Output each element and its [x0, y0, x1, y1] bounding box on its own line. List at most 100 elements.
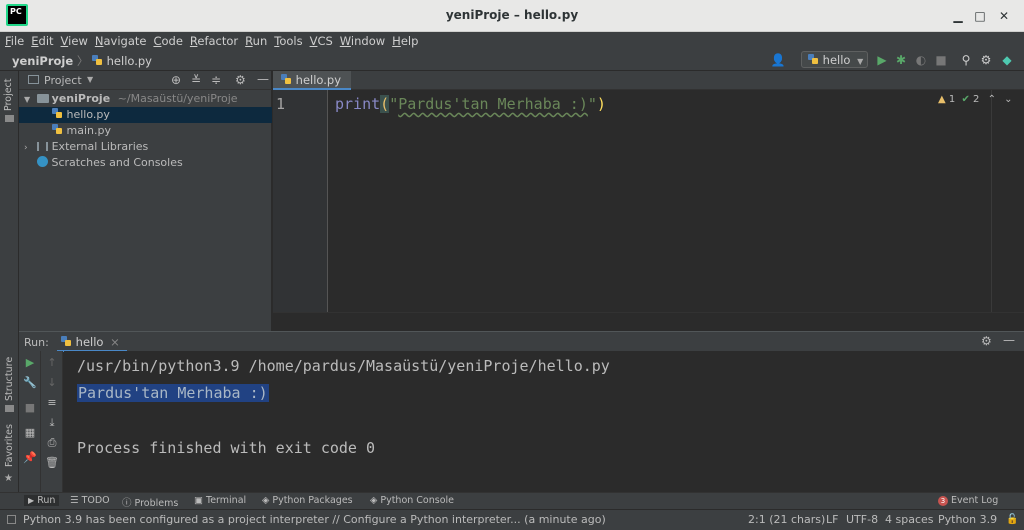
star-icon: ★: [4, 473, 13, 484]
minimize-button[interactable]: ▁: [950, 8, 966, 24]
tool-window-run[interactable]: ▶ Run: [24, 495, 60, 506]
structure-tool-window-label[interactable]: Structure: [4, 357, 15, 401]
gear-icon[interactable]: ⚙: [978, 52, 994, 68]
indent-setting[interactable]: 4 spaces: [885, 513, 934, 526]
close-tab-icon[interactable]: ×: [110, 335, 120, 349]
warning-count: 1: [948, 94, 956, 105]
arrow-up-icon[interactable]: ↑: [44, 356, 60, 370]
pin-icon[interactable]: 📌: [22, 451, 38, 465]
tool-window-event-log[interactable]: 3 Event Log: [938, 495, 998, 506]
menu-file[interactable]: File: [5, 34, 24, 48]
run-icon[interactable]: ▶: [874, 52, 890, 68]
stop-icon[interactable]: ■: [22, 401, 38, 415]
menu-navigate[interactable]: Navigate: [95, 34, 147, 48]
python-interpreter[interactable]: Python 3.9: [938, 513, 997, 526]
tool-window-python-packages[interactable]: ◈ Python Packages: [262, 495, 353, 506]
gear-icon[interactable]: ⚙: [981, 334, 992, 348]
editor-gutter: 1: [273, 90, 328, 312]
project-panel: Project ▼ ⊕ ≚ ≑ ⚙ — ▼ yeniProje ~/Masaüs…: [19, 71, 272, 331]
python-console-icon: ◈: [370, 495, 378, 506]
left-tool-strip: Project Structure Favorites ★: [0, 71, 19, 492]
library-icon: [37, 142, 49, 151]
tool-window-python-console[interactable]: ◈ Python Console: [370, 495, 454, 506]
console-output-line[interactable]: Pardus'tan Merhaba :): [77, 384, 269, 402]
tree-item-scratches[interactable]: Scratches and Consoles: [19, 155, 272, 171]
favorites-tool-window-label[interactable]: Favorites: [4, 424, 15, 467]
tree-item-main-py[interactable]: main.py: [19, 123, 272, 139]
project-tool-window-label[interactable]: Project: [3, 78, 14, 111]
code-close-paren: ): [596, 95, 606, 113]
menu-refactor[interactable]: Refactor: [190, 34, 238, 48]
menu-vcs[interactable]: VCS: [310, 34, 333, 48]
code-string-open-quote: ": [389, 95, 399, 113]
project-panel-title[interactable]: Project: [44, 74, 82, 87]
chevron-down-icon[interactable]: ▼: [87, 75, 93, 84]
tree-item-hello-py[interactable]: hello.py: [19, 107, 272, 123]
layout-icon[interactable]: ▦: [22, 426, 38, 440]
user-icon[interactable]: 👤: [770, 52, 786, 68]
menu-tools[interactable]: Tools: [274, 34, 302, 48]
hide-icon[interactable]: —: [257, 72, 269, 86]
code-function: print: [335, 95, 381, 113]
tool-window-todo[interactable]: ☰ TODO: [70, 495, 110, 506]
status-message[interactable]: Python 3.9 has been configured as a proj…: [23, 513, 606, 526]
inspection-widget[interactable]: ▲ 1 ✔ 2 ⌃ ⌄: [938, 94, 1013, 105]
tree-item-root[interactable]: ▼ yeniProje ~/Masaüstü/yeniProje: [19, 91, 272, 107]
tool-window-terminal[interactable]: ▣ Terminal: [194, 495, 246, 506]
run-tab-label: hello: [75, 335, 104, 349]
breadcrumb-project[interactable]: yeniProje: [12, 54, 73, 68]
console-exit-line: Process finished with exit code 0: [77, 439, 376, 457]
code-editor[interactable]: print("Pardus'tan Merhaba :)"): [329, 90, 1024, 312]
locate-icon[interactable]: ⊕: [171, 73, 181, 87]
expand-all-icon[interactable]: ≚: [191, 73, 201, 87]
caret-position[interactable]: 2:1 (21 chars): [748, 513, 825, 526]
chevron-down-icon: ▼: [857, 57, 864, 66]
tree-item-external-libraries[interactable]: › External Libraries: [19, 139, 272, 155]
coverage-icon[interactable]: ◐: [913, 52, 929, 68]
rerun-icon[interactable]: ▶: [22, 356, 38, 370]
run-tab-hello[interactable]: hello ×: [57, 332, 127, 352]
chevron-down-icon[interactable]: ⌄: [1004, 94, 1012, 105]
tab-hello-py[interactable]: hello.py ×: [273, 71, 351, 101]
arrow-down-icon[interactable]: ↓: [44, 376, 60, 390]
run-toolbar-secondary: ↑ ↓ ≡ ⤓ ⎙ 🗑: [41, 351, 63, 492]
soft-wrap-icon[interactable]: ≡: [44, 396, 60, 410]
line-separator[interactable]: LF: [826, 513, 838, 526]
gear-icon[interactable]: ⚙: [235, 73, 246, 87]
menu-window[interactable]: Window: [340, 34, 385, 48]
close-button[interactable]: ✕: [996, 8, 1012, 24]
menu-run[interactable]: Run: [245, 34, 267, 48]
scroll-to-end-icon[interactable]: ⤓: [44, 416, 60, 430]
collapse-all-icon[interactable]: ≑: [211, 73, 221, 87]
print-icon[interactable]: ⎙: [44, 436, 60, 450]
tool-windows-toggle-icon[interactable]: [7, 515, 16, 524]
code-open-paren: (: [380, 95, 390, 113]
wrench-icon[interactable]: 🔧: [22, 376, 38, 390]
hide-icon[interactable]: —: [1003, 333, 1015, 347]
stop-icon[interactable]: ■: [933, 52, 949, 68]
search-icon[interactable]: ⚲: [958, 52, 974, 68]
file-encoding[interactable]: UTF-8: [846, 513, 878, 526]
trash-icon[interactable]: 🗑: [44, 456, 60, 470]
breadcrumb: yeniProje 〉 hello.py: [12, 53, 152, 69]
code-line[interactable]: print("Pardus'tan Merhaba :)"): [335, 95, 606, 113]
menu-edit[interactable]: Edit: [31, 34, 53, 48]
chevron-right-icon: ›: [24, 143, 28, 153]
root-folder-path: ~/Masaüstü/yeniProje: [117, 92, 238, 105]
maximize-button[interactable]: □: [972, 8, 988, 24]
run-console[interactable]: /usr/bin/python3.9 /home/pardus/Masaüstü…: [64, 351, 1024, 492]
lock-icon[interactable]: 🔓: [1006, 514, 1018, 525]
menu-view[interactable]: View: [61, 34, 88, 48]
menu-code[interactable]: Code: [153, 34, 182, 48]
toolbox-icon[interactable]: ◆: [999, 52, 1015, 68]
run-config-select[interactable]: hello ▼: [801, 51, 868, 68]
right-margin-guide: [991, 90, 992, 312]
chevron-up-icon[interactable]: ⌃: [988, 94, 996, 105]
tool-window-bar: ▶ Run ☰ TODO ⓘ Problems ▣ Terminal ◈ Pyt…: [0, 492, 1024, 509]
breadcrumb-file[interactable]: hello.py: [107, 54, 152, 68]
menu-help[interactable]: Help: [392, 34, 418, 48]
menu-bar: File Edit View Navigate Code Refactor Ru…: [0, 32, 1024, 49]
python-file-icon: [52, 108, 63, 119]
debug-icon[interactable]: ✱: [893, 52, 909, 68]
tool-window-problems[interactable]: ⓘ Problems: [122, 495, 178, 509]
